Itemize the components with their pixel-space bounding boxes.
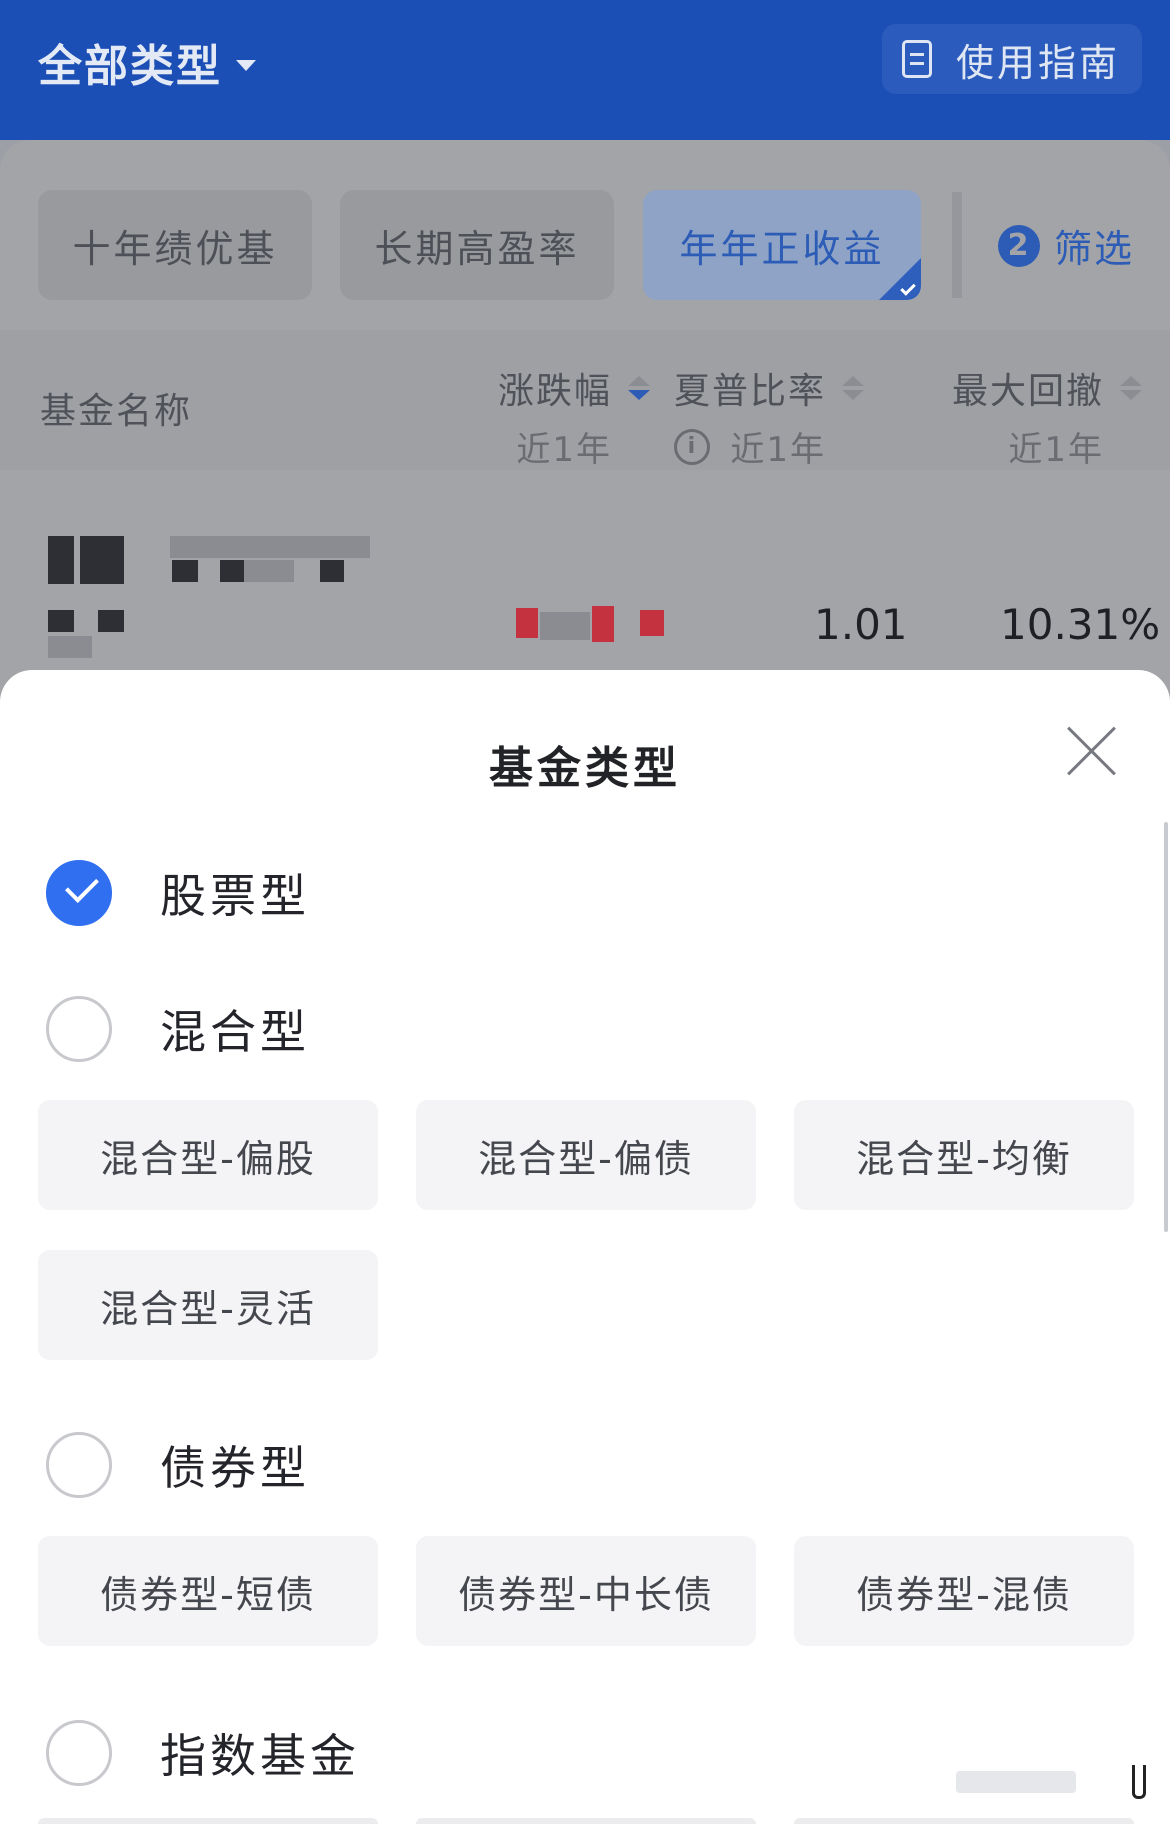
sort-icon	[628, 376, 650, 400]
watermark	[956, 1762, 1146, 1802]
sub-option-label: 债券型-混债	[856, 1572, 1072, 1617]
radio-unchecked-icon[interactable]	[46, 1432, 112, 1498]
sub-option-bond-mid-long[interactable]: 债券型-中长债	[416, 1536, 756, 1646]
option-stock[interactable]: 股票型	[46, 860, 310, 926]
column-drawdown-title: 最大回撤	[951, 371, 1104, 412]
sub-option-label: 债券型-短债	[100, 1572, 316, 1617]
obscured-fund-name	[48, 536, 74, 584]
column-sharpe-period: 近1年	[730, 430, 826, 470]
caret-down-icon	[236, 59, 256, 71]
option-label: 股票型	[160, 869, 310, 923]
chip-label: 长期高盈率	[374, 226, 580, 271]
top-app-bar: 全部类型 使用指南	[0, 0, 1170, 140]
watermark-blur	[956, 1771, 1076, 1793]
chip-ten-year-performance[interactable]: 十年绩优基	[38, 190, 312, 300]
obscured-change-value	[540, 612, 590, 640]
sub-option-hybrid-equity[interactable]: 混合型-偏股	[38, 1100, 378, 1210]
column-sharpe-title: 夏普比率	[673, 371, 826, 412]
sub-option-hybrid-flexible[interactable]: 混合型-灵活	[38, 1250, 378, 1360]
column-fund-name: 基金名称	[40, 391, 193, 432]
chip-label: 十年绩优基	[72, 226, 278, 271]
fund-type-dropdown[interactable]: 全部类型	[38, 30, 256, 94]
obscured-fund-name	[170, 536, 370, 558]
sub-option-label: 债券型-中长债	[458, 1572, 714, 1617]
obscured-change-value	[516, 608, 538, 638]
chip-long-term-profit[interactable]: 长期高盈率	[340, 190, 614, 300]
chip-label: 年年正收益	[679, 226, 885, 271]
filter-button[interactable]: 2 筛选	[998, 218, 1134, 273]
obscured-fund-code	[48, 636, 92, 658]
radio-checked-icon[interactable]	[46, 860, 112, 926]
scrollbar[interactable]	[1164, 822, 1168, 1232]
option-index-fund[interactable]: 指数基金	[46, 1720, 360, 1786]
chip-divider	[952, 192, 962, 298]
obscured-fund-name	[80, 536, 124, 584]
sort-icon	[842, 376, 864, 400]
sort-icon	[1120, 376, 1142, 400]
info-icon[interactable]: i	[674, 428, 711, 465]
obscured-fund-name	[244, 560, 294, 582]
selected-corner-badge	[879, 258, 921, 300]
option-label: 债券型	[160, 1441, 310, 1495]
radio-unchecked-icon[interactable]	[46, 1720, 112, 1786]
sub-option-label: 混合型-偏股	[100, 1136, 316, 1181]
column-sharpe[interactable]: 夏普比率 i 近1年	[674, 362, 864, 471]
column-change-title: 涨跌幅	[497, 371, 612, 412]
sub-option-peek	[794, 1818, 1134, 1824]
obscured-change-value	[640, 610, 664, 636]
fund-type-dropdown-label: 全部类型	[38, 41, 222, 92]
fund-type-sheet: 基金类型 股票型 混合型 混合型-偏股 混合型-偏债 混合型-均衡 混合型-灵活…	[0, 670, 1170, 1824]
table-header: 基金名称 涨跌幅 近1年 夏普比率 i 近1年 最大回撤 近1年	[0, 330, 1170, 470]
obscured-fund-code	[48, 610, 74, 632]
obscured-fund-name	[320, 560, 344, 582]
column-drawdown-period: 近1年	[1008, 430, 1104, 470]
obscured-fund-name	[172, 560, 198, 582]
sub-option-bond-short[interactable]: 债券型-短债	[38, 1536, 378, 1646]
obscured-fund-code	[98, 610, 124, 632]
option-bond[interactable]: 债券型	[46, 1432, 310, 1498]
sharpe-value: 1.01	[814, 600, 908, 649]
max-drawdown-value: 10.31%	[1000, 600, 1161, 649]
column-max-drawdown[interactable]: 最大回撤 近1年	[952, 362, 1142, 471]
obscured-fund-name	[220, 560, 244, 582]
radio-unchecked-icon[interactable]	[46, 996, 112, 1062]
sub-option-hybrid-balanced[interactable]: 混合型-均衡	[794, 1100, 1134, 1210]
column-change[interactable]: 涨跌幅 近1年	[498, 362, 650, 471]
sub-option-label: 混合型-灵活	[100, 1286, 316, 1331]
sub-option-bond-mixed[interactable]: 债券型-混债	[794, 1536, 1134, 1646]
user-guide-label: 使用指南	[955, 40, 1120, 85]
filter-label: 筛选	[1054, 227, 1135, 271]
sub-option-label: 混合型-偏债	[478, 1136, 694, 1181]
chip-yearly-positive-return[interactable]: 年年正收益	[643, 190, 921, 300]
sub-option-label: 混合型-均衡	[856, 1136, 1072, 1181]
sub-option-hybrid-bond[interactable]: 混合型-偏债	[416, 1100, 756, 1210]
filter-count-badge: 2	[998, 224, 1040, 267]
close-icon[interactable]	[1066, 724, 1118, 776]
user-guide-button[interactable]: 使用指南	[881, 24, 1142, 94]
watermark-logo-icon	[1132, 1765, 1146, 1799]
option-label: 混合型	[160, 1005, 310, 1059]
sub-option-peek	[416, 1818, 756, 1824]
option-label: 指数基金	[160, 1729, 360, 1783]
option-hybrid[interactable]: 混合型	[46, 996, 310, 1062]
column-change-period: 近1年	[516, 430, 612, 470]
sheet-title: 基金类型	[489, 743, 681, 794]
sub-option-peek	[38, 1818, 378, 1824]
obscured-change-value	[592, 606, 614, 642]
document-icon	[901, 40, 932, 78]
